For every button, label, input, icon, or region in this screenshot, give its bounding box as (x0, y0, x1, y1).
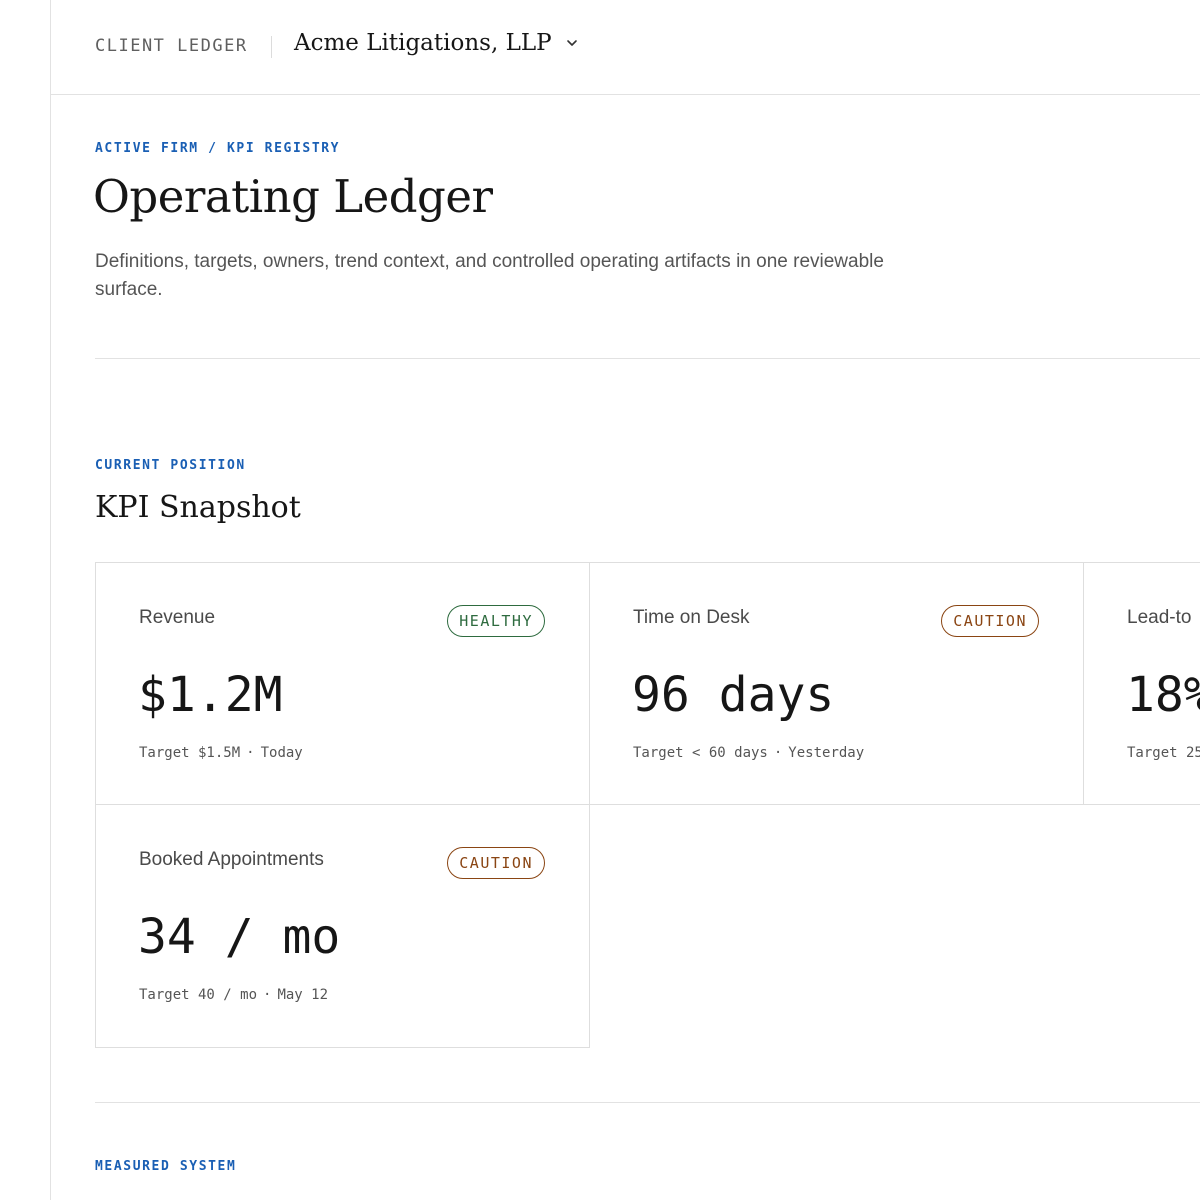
status-badge: HEALTHY (447, 605, 545, 637)
top-bar: CLIENT LEDGER Acme Litigations, LLP (51, 0, 1200, 95)
chevron-down-icon (566, 40, 577, 46)
section-eyebrow-measured-system: MEASURED SYSTEM (95, 1159, 237, 1174)
meta-separator: · (246, 745, 255, 761)
kpi-value: 18% (1126, 667, 1200, 723)
kpi-meta: Target 25 (1127, 745, 1200, 761)
kpi-updated: Yesterday (788, 745, 865, 761)
kpi-card-revenue[interactable]: Revenue HEALTHY $1.2M Target $1.5M · Today (95, 562, 590, 805)
page: CLIENT LEDGER Acme Litigations, LLP ACTI… (0, 0, 1200, 1200)
kpi-value: 34 / mo (138, 909, 341, 965)
page-title: Operating Ledger (93, 170, 493, 223)
section-divider (95, 358, 1200, 359)
kpi-label: Revenue (139, 607, 216, 628)
kpi-target: Target 25 (1127, 745, 1200, 761)
page-description: Definitions, targets, owners, trend cont… (95, 251, 884, 300)
kpi-target: Target < 60 days (633, 745, 768, 761)
kpi-card-booked-appointments[interactable]: Booked Appointments CAUTION 34 / mo Targ… (95, 804, 590, 1048)
kpi-meta: Target < 60 days · Yesterday (633, 745, 864, 761)
kpi-card-time-on-desk[interactable]: Time on Desk CAUTION 96 days Target < 60… (589, 562, 1084, 805)
kpi-label: Lead-to (1127, 607, 1192, 628)
kpi-updated: May 12 (277, 987, 329, 1003)
kpi-card-lead-to[interactable]: Lead-to 18% Target 25 (1083, 562, 1200, 805)
left-rail-divider (50, 0, 51, 1200)
meta-separator: · (263, 987, 272, 1003)
section-title-kpi-snapshot: KPI Snapshot (95, 490, 301, 525)
kpi-value: $1.2M (138, 667, 283, 723)
kpi-target: Target $1.5M (139, 745, 241, 761)
firm-name: Acme Litigations, LLP (294, 30, 552, 56)
kpi-updated: Today (260, 745, 303, 761)
kpi-meta: Target 40 / mo · May 12 (139, 987, 328, 1003)
kpi-value: 96 days (632, 667, 835, 723)
meta-separator: · (773, 745, 783, 761)
section-eyebrow-current-position: CURRENT POSITION (95, 458, 246, 473)
kpi-target: Target 40 / mo (139, 987, 258, 1003)
status-badge: CAUTION (447, 847, 545, 879)
breadcrumb[interactable]: ACTIVE FIRM / KPI REGISTRY (95, 141, 340, 156)
firm-selector[interactable]: Acme Litigations, LLP (294, 30, 578, 56)
section-divider (95, 1102, 1200, 1103)
status-badge: CAUTION (941, 605, 1039, 637)
app-brand: CLIENT LEDGER (95, 36, 248, 56)
kpi-meta: Target $1.5M · Today (139, 745, 303, 761)
topbar-divider (271, 36, 272, 58)
kpi-label: Time on Desk (633, 607, 750, 628)
kpi-label: Booked Appointments (139, 849, 324, 870)
